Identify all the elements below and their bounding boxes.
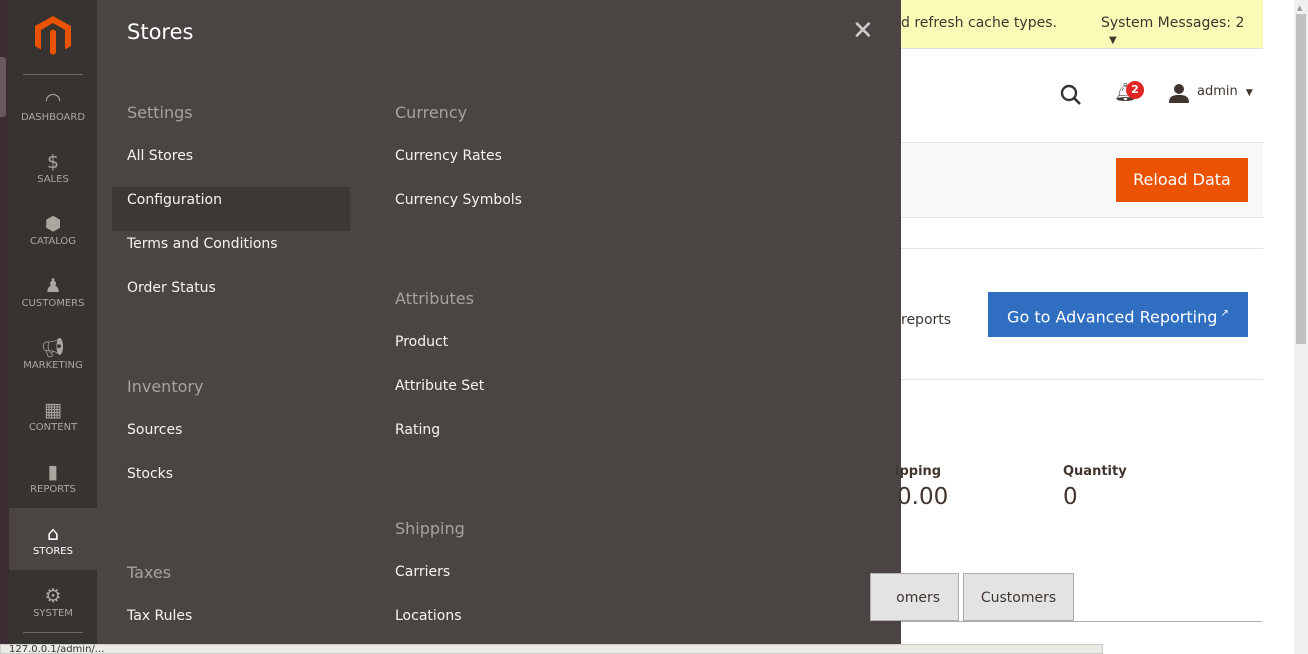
group-title-taxes: Taxes xyxy=(127,563,172,582)
quantity-value: 0 xyxy=(1063,484,1078,510)
status-bar-url: 127.0.0.1/admin/... xyxy=(0,644,1103,654)
magento-logo[interactable] xyxy=(35,16,71,56)
group-title-currency: Currency xyxy=(395,103,468,122)
caret-down-icon: ▼ xyxy=(1109,35,1117,46)
shipping-value: 0.00 xyxy=(897,484,949,510)
menu-item-stocks[interactable]: Stocks xyxy=(127,466,173,482)
sidebar-item-marketing[interactable]: 📢︎ MARKETING xyxy=(9,322,97,384)
sidebar-item-label: SALES xyxy=(37,174,69,185)
user-icon[interactable] xyxy=(1169,83,1189,103)
sidebar-item-label: MARKETING xyxy=(23,360,83,371)
sidebar-item-label: STORES xyxy=(33,546,73,557)
menu-item-currency-symbols[interactable]: Currency Symbols xyxy=(395,192,522,208)
reports-text: reports xyxy=(901,312,952,328)
desktop-edge xyxy=(0,0,9,654)
box-icon: ⬢ xyxy=(44,213,62,235)
stores-flyout-menu: Stores ✕ Settings All Stores Configuration… xyxy=(97,0,901,654)
admin-sidebar: ◠ DASHBOARD $ SALES ⬢ CATALOG ♟ CUSTOMERS 📢︎ MARK… xyxy=(9,0,97,654)
person-icon: ♟ xyxy=(44,275,62,297)
sidebar-item-label: CUSTOMERS xyxy=(21,298,85,309)
sidebar-item-sales[interactable]: $ SALES xyxy=(9,136,97,198)
sidebar-item-content[interactable]: ▦ CONTENT xyxy=(9,384,97,446)
menu-item-rating[interactable]: Rating xyxy=(395,422,440,438)
flyout-title: Stores xyxy=(127,20,194,44)
search-icon[interactable] xyxy=(1060,84,1082,106)
sidebar-item-customers[interactable]: ♟ CUSTOMERS xyxy=(9,260,97,322)
page-actions: Reload Data xyxy=(901,142,1263,218)
group-title-settings: Settings xyxy=(127,103,193,122)
layout-icon: ▦ xyxy=(44,399,62,421)
dashboard-icon: ◠ xyxy=(44,89,62,111)
menu-item-terms-and-conditions[interactable]: Terms and Conditions xyxy=(127,236,278,252)
system-message-bar: d refresh cache types. System Messages: … xyxy=(901,0,1263,49)
tab-customers[interactable]: Customers xyxy=(963,573,1074,621)
external-link-icon: ↗ xyxy=(1217,308,1229,319)
notification-badge: 2 xyxy=(1126,81,1144,99)
menu-item-carriers[interactable]: Carriers xyxy=(395,564,450,580)
menu-item-locations[interactable]: Locations xyxy=(395,608,462,624)
group-title-inventory: Inventory xyxy=(127,377,204,396)
menu-item-currency-rates[interactable]: Currency Rates xyxy=(395,148,502,164)
sidebar-item-label: CONTENT xyxy=(28,422,78,433)
system-messages-toggle[interactable]: System Messages: 2 ▼ xyxy=(1101,15,1263,47)
group-title-attributes: Attributes xyxy=(395,289,474,308)
dollar-icon: $ xyxy=(46,151,60,173)
tab-new-customers[interactable]: omers xyxy=(870,573,959,621)
menu-item-all-stores[interactable]: All Stores xyxy=(127,148,193,164)
scrollbar[interactable]: ▲ xyxy=(1294,0,1308,654)
menu-item-sources[interactable]: Sources xyxy=(127,422,182,438)
menu-item-product[interactable]: Product xyxy=(395,334,448,350)
sidebar-item-reports[interactable]: ▮ REPORTS xyxy=(9,446,97,508)
sidebar-item-label: DASHBOARD xyxy=(20,112,86,123)
menu-item-configuration[interactable]: Configuration xyxy=(127,192,222,208)
megaphone-icon: 📢︎ xyxy=(40,337,66,359)
scrollbar-thumb[interactable] xyxy=(1296,14,1306,344)
quantity-label: Quantity xyxy=(1063,464,1127,479)
group-title-shipping: Shipping xyxy=(395,519,465,538)
reload-data-button[interactable]: Reload Data xyxy=(1116,158,1248,202)
sidebar-item-label: SYSTEM xyxy=(33,608,73,619)
menu-item-attribute-set[interactable]: Attribute Set xyxy=(395,378,484,394)
caret-down-icon: ▼ xyxy=(1245,88,1253,98)
menu-item-order-status[interactable]: Order Status xyxy=(127,280,216,296)
sidebar-item-system[interactable]: ⚙ SYSTEM xyxy=(9,570,97,632)
advanced-reporting-button[interactable]: Go to Advanced Reporting ↗ xyxy=(988,292,1248,337)
storefront-icon: ⌂ xyxy=(46,523,60,545)
sidebar-item-stores[interactable]: ⌂ STORES xyxy=(9,508,97,570)
menu-item-tax-rules[interactable]: Tax Rules xyxy=(127,608,192,624)
sidebar-item-catalog[interactable]: ⬢ CATALOG xyxy=(9,198,97,260)
gear-icon: ⚙ xyxy=(44,585,62,607)
shipping-label: ipping xyxy=(895,464,942,479)
sidebar-item-dashboard[interactable]: ◠ DASHBOARD xyxy=(9,74,97,136)
user-menu[interactable]: admin ▼ xyxy=(1197,84,1253,99)
message-text: d refresh cache types. xyxy=(901,15,1057,31)
bar-chart-icon: ▮ xyxy=(47,461,59,483)
sidebar-item-label: CATALOG xyxy=(29,236,77,247)
close-icon[interactable]: ✕ xyxy=(852,18,874,44)
sidebar-item-label: REPORTS xyxy=(30,484,76,495)
